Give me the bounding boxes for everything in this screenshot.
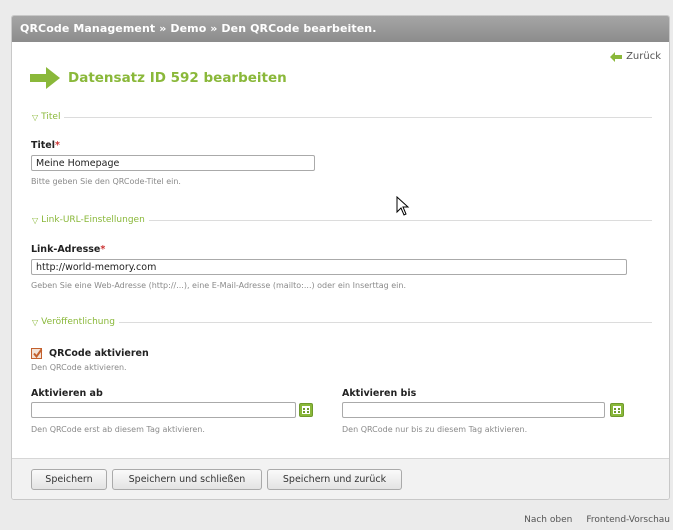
section-link-legend[interactable]: ▽ Link-URL-Einstellungen bbox=[32, 214, 652, 226]
collapse-triangle-icon: ▽ bbox=[32, 215, 39, 225]
activate-checkbox[interactable] bbox=[31, 348, 43, 359]
calendar-icon bbox=[613, 406, 621, 414]
start-date-help: Den QRCode erst ab diesem Tag aktivieren… bbox=[31, 425, 205, 434]
section-divider bbox=[148, 219, 652, 221]
start-date-input[interactable] bbox=[31, 402, 296, 418]
stop-calendar-button[interactable] bbox=[610, 403, 624, 417]
page-headline: Datensatz ID 592 bearbeiten bbox=[30, 67, 287, 89]
save-close-button[interactable]: Speichern und schließen bbox=[112, 469, 262, 490]
breadcrumb: QRCode Management » Demo » Den QRCode be… bbox=[12, 16, 669, 42]
title-field-label: Titel* bbox=[31, 140, 60, 151]
page-title: Datensatz ID 592 bearbeiten bbox=[68, 70, 287, 86]
calendar-icon bbox=[302, 406, 310, 414]
save-back-button[interactable]: Speichern und zurück bbox=[267, 469, 402, 490]
back-to-top-link[interactable]: Nach oben bbox=[524, 515, 572, 525]
link-field-label: Link-Adresse* bbox=[31, 244, 106, 255]
back-arrow-icon bbox=[610, 51, 623, 62]
collapse-triangle-icon: ▽ bbox=[32, 112, 39, 122]
stop-date-input[interactable] bbox=[342, 402, 605, 418]
stop-date-help: Den QRCode nur bis zu diesem Tag aktivie… bbox=[342, 425, 528, 434]
checkmark-icon bbox=[33, 348, 43, 359]
section-title-legend[interactable]: ▽ Titel bbox=[32, 111, 652, 123]
back-link[interactable]: Zurück bbox=[610, 51, 661, 62]
link-help: Geben Sie eine Web-Adresse (http://...),… bbox=[31, 281, 406, 290]
start-date-label: Aktivieren ab bbox=[31, 388, 103, 399]
save-button[interactable]: Speichern bbox=[31, 469, 107, 490]
frontend-preview-link[interactable]: Frontend-Vorschau bbox=[586, 515, 670, 525]
section-divider bbox=[64, 116, 652, 118]
form-footer: Speichern Speichern und schließen Speich… bbox=[12, 458, 669, 499]
edit-panel: QRCode Management » Demo » Den QRCode be… bbox=[11, 15, 670, 500]
activate-help: Den QRCode aktivieren. bbox=[31, 363, 127, 372]
back-link-label: Zurück bbox=[626, 51, 661, 62]
start-calendar-button[interactable] bbox=[299, 403, 313, 417]
collapse-triangle-icon: ▽ bbox=[32, 317, 39, 327]
section-title-label: Titel bbox=[41, 112, 61, 122]
section-publish-label: Veröffentlichung bbox=[41, 317, 115, 327]
section-link-label: Link-URL-Einstellungen bbox=[41, 215, 145, 225]
link-input[interactable] bbox=[31, 259, 627, 275]
edit-arrow-icon bbox=[30, 67, 60, 89]
mouse-cursor-icon bbox=[396, 196, 410, 216]
title-input[interactable] bbox=[31, 155, 315, 171]
title-help: Bitte geben Sie den QRCode-Titel ein. bbox=[31, 177, 181, 186]
stop-date-label: Aktivieren bis bbox=[342, 388, 417, 399]
footer-links: Nach oben Frontend-Vorschau bbox=[524, 515, 670, 525]
section-publish-legend[interactable]: ▽ Veröffentlichung bbox=[32, 316, 652, 328]
activate-label: QRCode aktivieren bbox=[49, 348, 149, 359]
section-divider bbox=[118, 321, 652, 323]
